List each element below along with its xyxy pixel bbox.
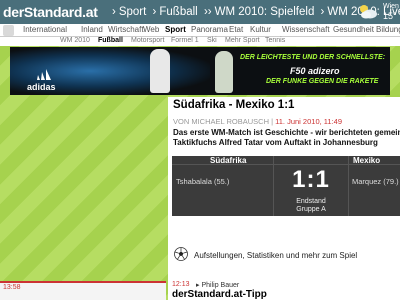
- breadcrumb-separator: ›: [152, 6, 157, 18]
- match-status-final: Endstand: [296, 198, 326, 205]
- nav-item-sport[interactable]: Sport: [165, 25, 186, 34]
- nav-item-web[interactable]: Web: [143, 25, 159, 34]
- nav-item-panorama[interactable]: Panorama: [191, 25, 228, 34]
- weather-temperature: 15°: [383, 11, 397, 21]
- sidebar-timestamp-box: 13:58: [0, 281, 166, 300]
- nav-item-kultur[interactable]: Kultur: [250, 25, 271, 34]
- match-status-group: Gruppe A: [296, 206, 326, 213]
- breadcrumb-separator: ›: [320, 6, 325, 18]
- adidas-ad-banner[interactable]: adidas DER LEICHTESTE UND DER SCHNELLSTE…: [10, 47, 390, 95]
- play-arrow-icon: ▸: [196, 282, 200, 289]
- subnav-item-mehr-sport[interactable]: Mehr Sport: [225, 37, 260, 44]
- subnav-item-ski[interactable]: Ski: [207, 37, 217, 44]
- breadcrumb: › Sport › Fußball ›› WM 2010: Spielfeld › WM…: [112, 6, 400, 18]
- breadcrumb-fussball[interactable]: Fußball: [159, 6, 197, 18]
- nav-item-wissenschaft[interactable]: Wissenschaft: [282, 25, 330, 34]
- article-lead-line: Das erste WM-Match ist Geschichte - wir …: [173, 128, 400, 137]
- breadcrumb-spielfeld[interactable]: WM 2010: Spielfeld: [215, 6, 315, 18]
- ad-brand-name: adidas: [27, 82, 56, 92]
- tipp-author[interactable]: ▸ Philip Bauer: [196, 281, 239, 289]
- subnav-item-formel1[interactable]: Formel 1: [171, 37, 199, 44]
- article-author: VON MICHAEL ROBAUSCH: [173, 117, 269, 126]
- nav-item-wirtschaft[interactable]: Wirtschaft: [108, 25, 144, 34]
- nav-item-inland[interactable]: Inland: [81, 25, 103, 34]
- nav-item-etat[interactable]: Etat: [229, 25, 243, 34]
- main-navigation: International Inland Wirtschaft Web Spor…: [0, 24, 400, 37]
- sub-navigation: WM 2010 Fußball Motorsport Formel 1 Ski …: [0, 37, 400, 46]
- away-team-name: Mexiko: [353, 156, 381, 165]
- article-title: Südafrika - Mexiko 1:1: [173, 99, 295, 111]
- home-team-name: Südafrika: [210, 156, 247, 165]
- article-lead-line: Taktikfuchs Alfred Tatar vom Auftakt in …: [173, 138, 378, 147]
- home-icon[interactable]: [3, 25, 14, 36]
- ad-headline: DER LEICHTESTE UND DER SCHNELLSTE:: [240, 54, 386, 61]
- away-goal-scorer: Marquez (79.): [352, 177, 399, 186]
- nav-item-bildung[interactable]: Bildung: [376, 25, 400, 34]
- subnav-item-tennis[interactable]: Tennis: [265, 37, 285, 44]
- article-lead: Das erste WM-Match ist Geschichte - wir …: [173, 128, 400, 148]
- match-result: 1:1: [292, 166, 330, 193]
- article-byline: VON MICHAEL ROBAUSCH | 11. Juni 2010, 11…: [173, 117, 342, 126]
- lineup-stats-link[interactable]: Aufstellungen, Statistiken und mehr zum …: [194, 251, 357, 260]
- breadcrumb-separator: ›: [112, 6, 116, 18]
- cloud-icon: [360, 5, 377, 19]
- tipp-title[interactable]: derStandard.at-Tipp: [172, 289, 267, 300]
- ad-player-image: [150, 49, 170, 93]
- tipp-author-name: Philip Bauer: [201, 282, 240, 289]
- ad-tagline: DER FUNKE GEGEN DIE RAKETE: [266, 78, 379, 85]
- scoreboard-divider: [348, 156, 349, 216]
- tipp-time: 12:13: [172, 281, 190, 288]
- subnav-item-fussball[interactable]: Fußball: [98, 37, 123, 44]
- ad-product-name: F50 adizero: [290, 66, 340, 76]
- breadcrumb-sport[interactable]: Sport: [119, 6, 147, 18]
- home-goal-scorer: Tshabalala (55.): [176, 177, 230, 186]
- ad-player-image: [215, 51, 233, 93]
- subnav-item-motorsport[interactable]: Motorsport: [131, 37, 164, 44]
- adidas-logo-icon: [37, 69, 51, 80]
- breadcrumb-separator: ››: [203, 6, 212, 18]
- site-logo[interactable]: derStandard.at: [3, 4, 98, 20]
- article-date: 11. Juni 2010, 11:49: [275, 117, 342, 126]
- sidebar-time: 13:58: [3, 284, 21, 291]
- nav-item-gesundheit[interactable]: Gesundheit: [333, 25, 374, 34]
- football-icon: [174, 247, 188, 261]
- match-status: Endstand Gruppe A: [274, 198, 348, 214]
- site-header: derStandard.at › Sport › Fußball ›› WM 2010…: [0, 0, 400, 24]
- subnav-item-wm2010[interactable]: WM 2010: [60, 37, 90, 44]
- article-panel: Südafrika - Mexiko 1:1 VON MICHAEL ROBAU…: [168, 97, 400, 300]
- nav-item-international[interactable]: International: [23, 25, 67, 34]
- scoreboard: Südafrika Mexiko Tshabalala (55.) Marque…: [172, 156, 400, 216]
- weather-city: Wien: [383, 3, 399, 10]
